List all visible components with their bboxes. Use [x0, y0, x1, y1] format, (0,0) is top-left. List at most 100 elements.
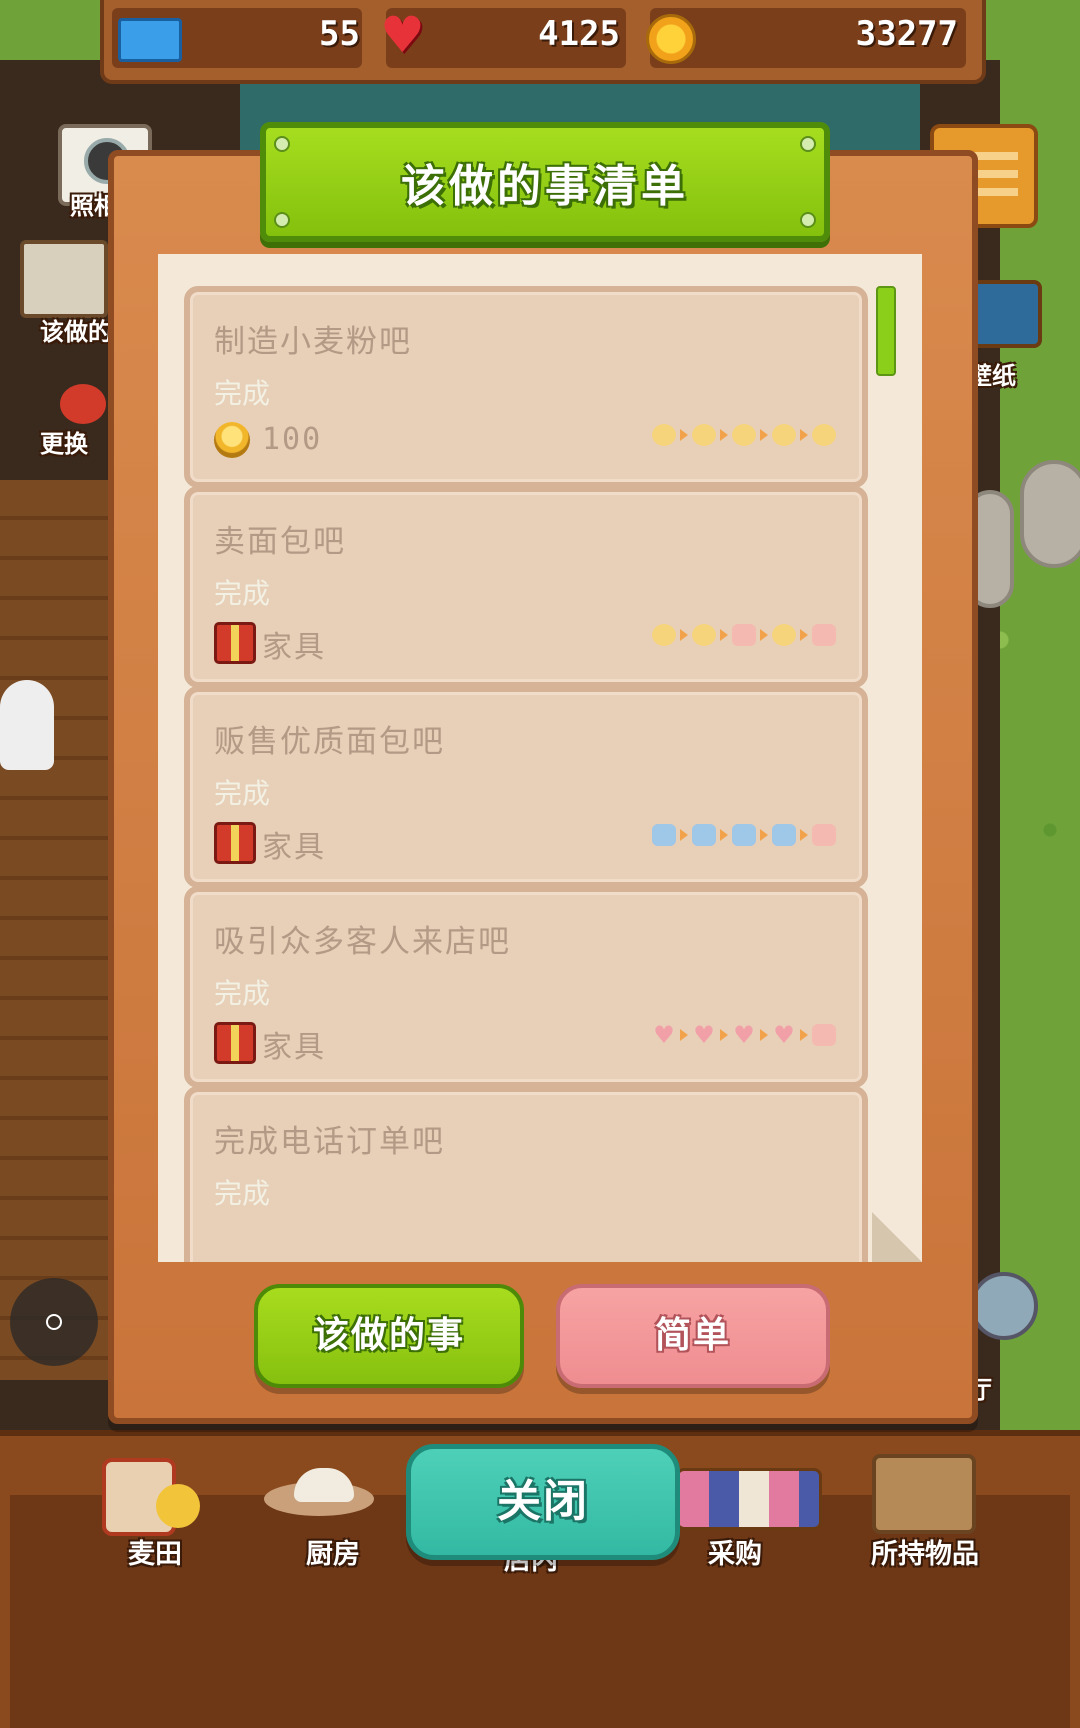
heart-step-icon: ♥ — [773, 1021, 795, 1049]
coin-step-icon — [772, 624, 796, 646]
change-icon[interactable] — [60, 384, 106, 424]
coin-step-icon — [692, 624, 716, 646]
task-card[interactable]: 制造小麦粉吧 完成 100 — [184, 286, 868, 488]
task-status: 完成 — [214, 777, 271, 810]
task-card[interactable]: 贩售优质面包吧 完成 家具 — [184, 686, 868, 888]
task-title: 贩售优质面包吧 — [214, 724, 445, 760]
arrow-icon — [760, 629, 768, 641]
nav-label-purchase: 采购 — [708, 1539, 762, 1570]
nav-item-wheat-field[interactable] — [96, 1440, 206, 1540]
rivet-icon — [274, 212, 290, 228]
arrow-icon — [800, 1029, 808, 1041]
purchase-icon — [676, 1468, 822, 1530]
easy-tab-button[interactable]: 简单 — [556, 1284, 830, 1388]
hearts-count: 4125 — [538, 14, 620, 54]
ticket-step-icon — [732, 824, 756, 846]
coin-stack-icon — [214, 422, 250, 458]
task-progress-steps — [652, 824, 836, 846]
arrow-icon — [720, 829, 728, 841]
tickets-count: 55 — [319, 14, 360, 54]
task-reward: 家具 — [262, 830, 326, 865]
task-list-scrollbar[interactable] — [876, 286, 896, 376]
task-status: 完成 — [214, 377, 271, 410]
coin-step-icon — [732, 424, 756, 446]
coin-step-icon — [652, 424, 676, 446]
arrow-icon — [760, 429, 768, 441]
coin-step-icon — [812, 424, 836, 446]
coin-icon — [646, 14, 696, 64]
paper-corner-fold — [872, 1212, 922, 1262]
heart-step-icon: ♥ — [653, 1021, 675, 1049]
ticket-icon — [118, 18, 182, 62]
nav-label-inventory: 所持物品 — [871, 1539, 979, 1570]
arrow-icon — [800, 829, 808, 841]
task-title: 卖面包吧 — [214, 524, 346, 560]
todo-tab-button[interactable]: 该做的事 — [254, 1284, 524, 1388]
heart-step-icon: ♥ — [733, 1021, 755, 1049]
ticket-step-icon — [772, 824, 796, 846]
rivet-icon — [800, 212, 816, 228]
circle-icon — [46, 1314, 62, 1330]
todo-list-button[interactable] — [20, 240, 108, 318]
task-status: 完成 — [214, 577, 271, 610]
task-status: 完成 — [214, 1177, 271, 1210]
stepping-stone — [1020, 460, 1080, 568]
inventory-box-icon — [872, 1454, 976, 1534]
gift-step-icon — [732, 624, 756, 646]
gift-step-icon — [812, 624, 836, 646]
nav-label-kitchen: 厨房 — [306, 1539, 360, 1570]
task-title: 吸引众多客人来店吧 — [214, 924, 511, 960]
arrow-icon — [680, 829, 688, 841]
task-title: 完成电话订单吧 — [214, 1124, 445, 1160]
task-progress-steps — [652, 424, 836, 446]
ticket-step-icon — [692, 824, 716, 846]
heart-icon: ♥ — [380, 6, 425, 64]
gift-step-icon — [812, 1024, 836, 1046]
arrow-icon — [800, 429, 808, 441]
todo-label: 该做的 — [40, 318, 112, 346]
heart-step-icon: ♥ — [693, 1021, 715, 1049]
task-status: 完成 — [214, 977, 271, 1010]
task-list[interactable]: 制造小麦粉吧 完成 100 卖面包吧 完成 家具 贩售优质面包吧 完成 家具 吸… — [158, 254, 922, 1262]
task-card[interactable]: 吸引众多客人来店吧 完成 家具 ♥ ♥ ♥ ♥ — [184, 886, 868, 1088]
nav-item-kitchen[interactable] — [264, 1452, 394, 1532]
arrow-icon — [760, 829, 768, 841]
wheat-icon — [156, 1484, 200, 1528]
gift-icon — [214, 822, 256, 864]
ghost-character — [0, 680, 54, 770]
dough-icon — [294, 1468, 354, 1502]
arrow-icon — [720, 629, 728, 641]
dialog-title: 该做的事清单 — [401, 161, 689, 212]
nav-item-inventory[interactable] — [872, 1454, 976, 1534]
task-card[interactable]: 完成电话订单吧 完成 — [184, 1086, 868, 1262]
arrow-icon — [680, 429, 688, 441]
joystick-button[interactable] — [10, 1278, 98, 1366]
coins-count: 33277 — [855, 14, 958, 54]
task-reward: 家具 — [262, 630, 326, 665]
arrow-icon — [720, 429, 728, 441]
arrow-icon — [800, 629, 808, 641]
task-title: 制造小麦粉吧 — [214, 324, 412, 360]
gift-icon — [214, 622, 256, 664]
gift-icon — [214, 1022, 256, 1064]
arrow-icon — [680, 1029, 688, 1041]
arrow-icon — [680, 629, 688, 641]
coin-step-icon — [652, 624, 676, 646]
task-reward: 家具 — [262, 1030, 326, 1065]
task-progress-steps: ♥ ♥ ♥ ♥ — [652, 1021, 836, 1049]
coin-step-icon — [772, 424, 796, 446]
arrow-icon — [720, 1029, 728, 1041]
nav-item-purchase[interactable] — [676, 1462, 822, 1530]
change-label: 更换 — [40, 430, 88, 458]
arrow-icon — [760, 1029, 768, 1041]
task-reward: 100 — [262, 422, 323, 457]
close-button[interactable]: 关闭 — [406, 1444, 680, 1560]
tv-icon[interactable] — [968, 280, 1042, 348]
hall-icon[interactable] — [970, 1272, 1038, 1340]
task-progress-steps — [652, 624, 836, 646]
nav-label-wheat-field: 麦田 — [128, 1539, 182, 1570]
gift-step-icon — [812, 824, 836, 846]
coin-step-icon — [692, 424, 716, 446]
ticket-step-icon — [652, 824, 676, 846]
task-card[interactable]: 卖面包吧 完成 家具 — [184, 486, 868, 688]
